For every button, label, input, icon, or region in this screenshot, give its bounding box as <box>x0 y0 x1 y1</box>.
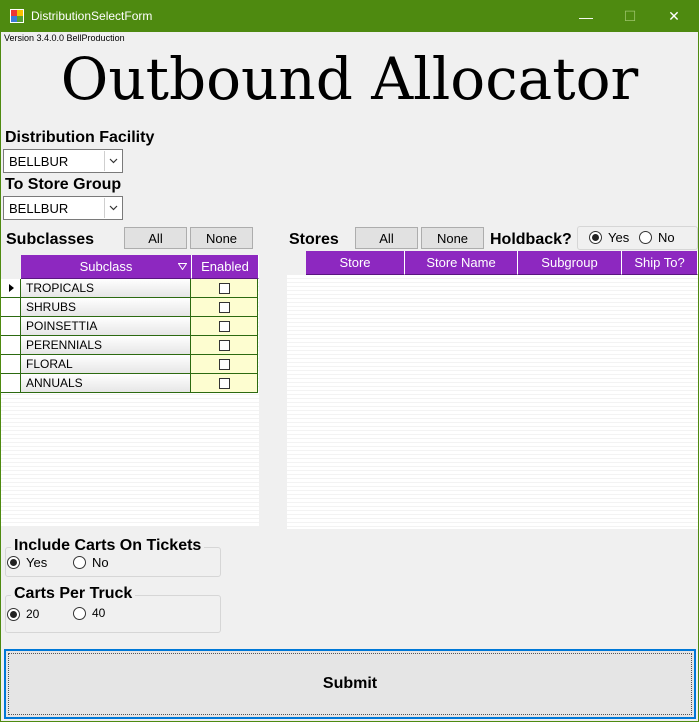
app-title: Outbound Allocator <box>60 45 639 113</box>
include-carts-label: Include Carts On Tickets <box>11 537 205 555</box>
submit-button[interactable]: Submit <box>4 649 696 719</box>
subclasses-all-button[interactable]: All <box>124 227 187 249</box>
include-carts-no-radio[interactable] <box>73 556 86 569</box>
column-header-store[interactable]: Store <box>306 251 405 275</box>
version-label: Version 3.4.0.0 BellProduction <box>4 33 125 43</box>
carts-per-truck-label: Carts Per Truck <box>11 585 136 603</box>
stores-none-button[interactable]: None <box>421 227 484 249</box>
title-bar[interactable]: DistributionSelectForm — ☐ ✕ <box>1 1 698 32</box>
subclasses-none-button[interactable]: None <box>190 227 253 249</box>
column-header-subclass-label: Subclass <box>79 259 133 274</box>
current-row-arrow-icon <box>9 284 14 292</box>
app-icon <box>10 9 24 23</box>
include-carts-yes-radio[interactable] <box>7 556 20 569</box>
subclasses-label: Subclasses <box>6 231 95 248</box>
column-header-subgroup[interactable]: Subgroup <box>518 251 622 275</box>
carts-20-radio[interactable] <box>7 608 20 621</box>
row-header[interactable] <box>1 279 21 298</box>
stores-label: Stores <box>289 231 339 248</box>
enabled-cell[interactable] <box>191 355 258 374</box>
holdback-no-radio[interactable] <box>639 231 652 244</box>
grid-corner <box>287 251 306 275</box>
enabled-checkbox[interactable] <box>218 301 230 313</box>
enabled-cell[interactable] <box>191 336 258 355</box>
holdback-no-label[interactable]: No <box>658 230 675 245</box>
distribution-select-window: DistributionSelectForm — ☐ ✕ Version 3.4… <box>0 0 699 722</box>
distribution-facility-value: BELLBUR <box>9 154 69 169</box>
row-header[interactable] <box>1 317 21 336</box>
enabled-checkbox[interactable] <box>218 282 230 294</box>
enabled-cell[interactable] <box>191 317 258 336</box>
enabled-cell[interactable] <box>191 298 258 317</box>
subclass-cell[interactable]: ANNUALS <box>21 374 191 393</box>
chevron-down-icon[interactable] <box>104 151 121 171</box>
enabled-checkbox[interactable] <box>218 358 230 370</box>
distribution-facility-label: Distribution Facility <box>5 129 155 146</box>
column-header-ship-to[interactable]: Ship To? <box>622 251 698 275</box>
holdback-yes-label[interactable]: Yes <box>608 230 629 245</box>
sort-arrow-icon <box>178 263 187 270</box>
window-title: DistributionSelectForm <box>31 9 153 23</box>
column-header-store-name[interactable]: Store Name <box>405 251 518 275</box>
maximize-button[interactable]: ☐ <box>607 1 653 32</box>
to-store-group-combo[interactable]: BELLBUR <box>3 196 123 220</box>
grid-corner <box>1 255 22 279</box>
row-header[interactable] <box>1 355 21 374</box>
enabled-cell[interactable] <box>191 279 258 298</box>
enabled-checkbox[interactable] <box>218 377 230 389</box>
carts-40-label[interactable]: 40 <box>92 606 105 620</box>
distribution-facility-combo[interactable]: BELLBUR <box>3 149 123 173</box>
carts-20-label[interactable]: 20 <box>26 607 39 621</box>
include-carts-yes-label[interactable]: Yes <box>26 555 47 570</box>
column-header-subclass[interactable]: Subclass <box>21 255 192 279</box>
subclass-cell[interactable]: POINSETTIA <box>21 317 191 336</box>
holdback-yes-radio[interactable] <box>589 231 602 244</box>
column-header-enabled[interactable]: Enabled <box>192 255 259 279</box>
stores-all-button[interactable]: All <box>355 227 418 249</box>
stores-grid[interactable]: Store Store Name Subgroup Ship To? <box>287 251 698 529</box>
row-header[interactable] <box>1 336 21 355</box>
subclasses-grid[interactable]: Subclass Enabled TROPICALS SHRUBS POINSE… <box>1 255 259 526</box>
include-carts-no-label[interactable]: No <box>92 555 109 570</box>
holdback-label: Holdback? <box>490 231 572 248</box>
row-header[interactable] <box>1 374 21 393</box>
to-store-group-label: To Store Group <box>5 176 122 193</box>
close-button[interactable]: ✕ <box>651 1 697 32</box>
subclass-cell[interactable]: FLORAL <box>21 355 191 374</box>
enabled-checkbox[interactable] <box>218 339 230 351</box>
focus-rectangle <box>8 653 692 715</box>
minimize-button[interactable]: — <box>563 1 609 32</box>
carts-40-radio[interactable] <box>73 607 86 620</box>
enabled-checkbox[interactable] <box>218 320 230 332</box>
table-row[interactable]: PERENNIALS <box>1 336 258 355</box>
subclass-cell[interactable]: TROPICALS <box>21 279 191 298</box>
subclass-cell[interactable]: PERENNIALS <box>21 336 191 355</box>
table-row[interactable]: TROPICALS <box>1 279 258 298</box>
subclass-cell[interactable]: SHRUBS <box>21 298 191 317</box>
table-row[interactable]: ANNUALS <box>1 374 258 393</box>
to-store-group-value: BELLBUR <box>9 201 69 216</box>
row-header[interactable] <box>1 298 21 317</box>
table-row[interactable]: FLORAL <box>1 355 258 374</box>
table-row[interactable]: POINSETTIA <box>1 317 258 336</box>
table-row[interactable]: SHRUBS <box>1 298 258 317</box>
chevron-down-icon[interactable] <box>104 198 121 218</box>
enabled-cell[interactable] <box>191 374 258 393</box>
